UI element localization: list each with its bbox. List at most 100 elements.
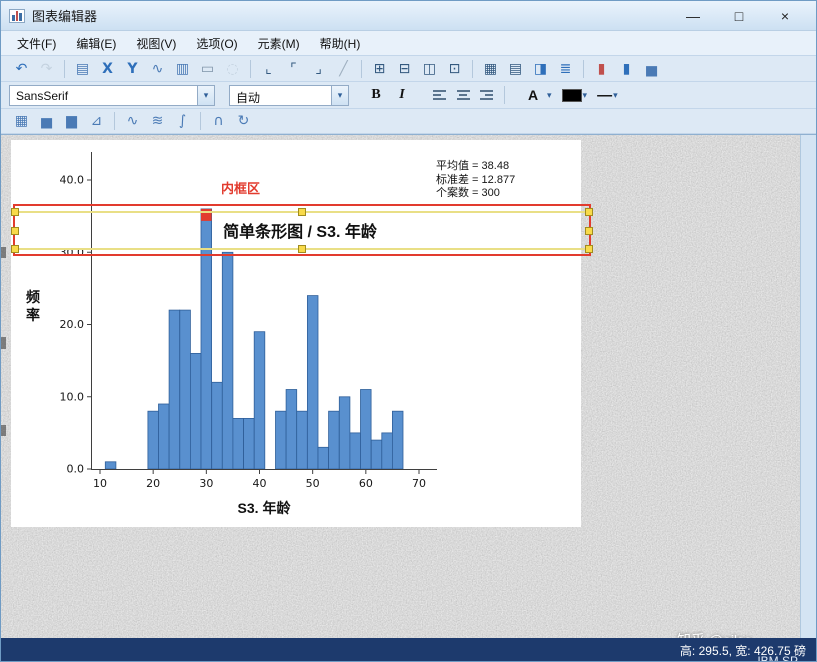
y-axis-scale-icon[interactable]: ⌞ bbox=[256, 58, 281, 80]
histogram-bar[interactable] bbox=[317, 446, 330, 470]
fit-line-icon[interactable]: ∿ bbox=[145, 58, 170, 80]
selection-handle[interactable] bbox=[585, 208, 593, 216]
histogram-bar[interactable] bbox=[360, 389, 372, 470]
add-distribution-curve-icon[interactable]: ∩ bbox=[206, 110, 231, 132]
fill-color-button[interactable]: ▾ bbox=[561, 88, 587, 102]
histogram-bar[interactable] bbox=[381, 432, 393, 470]
x-tick-label[interactable]: 10 bbox=[93, 477, 107, 490]
histogram-bar[interactable] bbox=[232, 417, 244, 470]
add-fit-line-subgroups-icon[interactable]: ≋ bbox=[145, 110, 170, 132]
histogram-bar[interactable] bbox=[104, 461, 117, 470]
histogram-bar[interactable] bbox=[349, 432, 361, 470]
outer-frame-icon[interactable]: ◫ bbox=[417, 58, 442, 80]
add-histogram-icon[interactable]: ▅ bbox=[639, 58, 664, 80]
histogram-bar[interactable] bbox=[147, 410, 159, 470]
histogram-bar[interactable] bbox=[253, 331, 266, 470]
menu-options[interactable]: 选项(O) bbox=[186, 31, 247, 56]
histogram-bar[interactable] bbox=[168, 309, 181, 470]
redo-icon[interactable]: ↷ bbox=[34, 58, 59, 80]
chart-gallery-icon[interactable]: ▦ bbox=[9, 110, 34, 132]
selection-handle[interactable] bbox=[11, 208, 19, 216]
italic-button[interactable]: I bbox=[389, 84, 415, 106]
lasso-select-icon[interactable]: ◌ bbox=[220, 58, 245, 80]
right-scrollbar[interactable] bbox=[800, 135, 816, 638]
x-axis-scale-icon[interactable]: ⌜ bbox=[281, 58, 306, 80]
align-right-button[interactable] bbox=[475, 84, 499, 106]
x-tick-label[interactable]: 20 bbox=[146, 477, 160, 490]
add-line-element-icon[interactable]: ⊿ bbox=[84, 110, 109, 132]
chart-canvas[interactable]: 0.0 10.0 20.0 30.0 40.0 10 20 30 40 50 60 70 平均值 = … bbox=[11, 140, 593, 527]
histogram-bar[interactable] bbox=[243, 417, 255, 470]
show-data-labels-icon[interactable]: ▮ bbox=[614, 58, 639, 80]
panel-frame-icon[interactable]: ⊟ bbox=[392, 58, 417, 80]
y-tick-label[interactable]: 20.0 bbox=[60, 318, 85, 331]
bold-button[interactable]: B bbox=[363, 84, 389, 106]
show-grid-icon[interactable]: ▦ bbox=[478, 58, 503, 80]
chevron-down-icon[interactable]: ▾ bbox=[331, 85, 348, 105]
x-axis-title[interactable]: S3. 年龄 bbox=[91, 498, 437, 518]
selection-handle[interactable] bbox=[298, 245, 306, 253]
histogram-bar[interactable] bbox=[211, 381, 223, 470]
histogram-bar[interactable] bbox=[391, 410, 404, 470]
y-tick-label[interactable]: 40.0 bbox=[60, 174, 85, 187]
hide-grid-icon[interactable]: ▤ bbox=[503, 58, 528, 80]
add-bar-element-icon[interactable]: ▅ bbox=[34, 110, 59, 132]
histogram-bar[interactable] bbox=[221, 251, 234, 470]
histogram-bar[interactable] bbox=[275, 410, 287, 470]
transpose-chart-icon[interactable]: ⊞ bbox=[367, 58, 392, 80]
selection-handle[interactable] bbox=[11, 245, 19, 253]
data-label-mode-icon[interactable]: ▮ bbox=[589, 58, 614, 80]
diagonal-reference-icon[interactable]: ╱ bbox=[331, 58, 356, 80]
x-tick-label[interactable]: 40 bbox=[253, 477, 267, 490]
x-tick-label[interactable]: 60 bbox=[359, 477, 373, 490]
font-family-select[interactable]: SansSerif ▾ bbox=[9, 84, 215, 106]
y-tick-label[interactable]: 0.0 bbox=[67, 463, 85, 476]
font-style-select[interactable]: 自动 ▾ bbox=[229, 84, 349, 106]
histogram-bar[interactable] bbox=[179, 309, 191, 470]
text-style-icon[interactable]: ≣ bbox=[553, 58, 578, 80]
x-tick-label[interactable]: 70 bbox=[412, 477, 426, 490]
histogram-bar[interactable] bbox=[306, 295, 319, 470]
chart-title[interactable]: 简单条形图 / S3. 年龄 bbox=[11, 218, 589, 242]
x-tick-label[interactable]: 30 bbox=[199, 477, 213, 490]
line-style-button[interactable]: — ▾ bbox=[597, 87, 618, 104]
histogram-bar[interactable] bbox=[158, 403, 170, 470]
align-left-button[interactable] bbox=[427, 84, 451, 106]
x-tick-label[interactable]: 50 bbox=[306, 477, 320, 490]
histogram-bar[interactable] bbox=[285, 389, 298, 470]
insert-chart-icon[interactable]: ▥ bbox=[170, 58, 195, 80]
show-legend-icon[interactable]: ◨ bbox=[528, 58, 553, 80]
text-color-button[interactable]: A ▾ bbox=[520, 84, 552, 106]
chart-statistics[interactable]: 平均值 = 38.48 标准差 = 12.877 个案数 = 300 bbox=[436, 160, 515, 201]
y-tick-label[interactable]: 10.0 bbox=[60, 390, 85, 403]
undo-icon[interactable]: ↶ bbox=[9, 58, 34, 80]
rotate-chart-icon[interactable]: ↻ bbox=[231, 110, 256, 132]
minimize-button[interactable]: — bbox=[670, 2, 716, 30]
select-y-axis-icon[interactable]: Y bbox=[120, 58, 145, 80]
histogram-bar[interactable] bbox=[296, 410, 308, 470]
histogram-bar[interactable] bbox=[338, 396, 351, 470]
close-button[interactable]: × bbox=[762, 2, 808, 30]
y-axis-title[interactable]: 频率 bbox=[25, 288, 41, 324]
add-dual-bar-element-icon[interactable]: ▆ bbox=[59, 110, 84, 132]
goto-data-icon[interactable]: ▤ bbox=[70, 58, 95, 80]
add-fit-line-total-icon[interactable]: ∿ bbox=[120, 110, 145, 132]
inner-frame-icon[interactable]: ⊡ bbox=[442, 58, 467, 80]
histogram-bar[interactable] bbox=[189, 352, 202, 470]
maximize-button[interactable]: □ bbox=[716, 2, 762, 30]
menu-file[interactable]: 文件(F) bbox=[7, 31, 66, 56]
selection-handle[interactable] bbox=[298, 208, 306, 216]
select-x-axis-icon[interactable]: X bbox=[95, 58, 120, 80]
align-center-button[interactable] bbox=[451, 84, 475, 106]
swap-axes-icon[interactable]: ⌟ bbox=[306, 58, 331, 80]
chevron-down-icon[interactable]: ▾ bbox=[197, 85, 214, 105]
histogram-bar[interactable] bbox=[328, 410, 340, 470]
menu-elements[interactable]: 元素(M) bbox=[248, 31, 310, 56]
selection-handle[interactable] bbox=[585, 245, 593, 253]
menu-help[interactable]: 帮助(H) bbox=[310, 31, 371, 56]
add-interpolation-line-icon[interactable]: ∫ bbox=[170, 110, 195, 132]
histogram-bar[interactable] bbox=[370, 439, 383, 470]
menu-edit[interactable]: 编辑(E) bbox=[66, 31, 126, 56]
pan-chart-icon[interactable]: ▭ bbox=[195, 58, 220, 80]
menu-view[interactable]: 视图(V) bbox=[126, 31, 186, 56]
